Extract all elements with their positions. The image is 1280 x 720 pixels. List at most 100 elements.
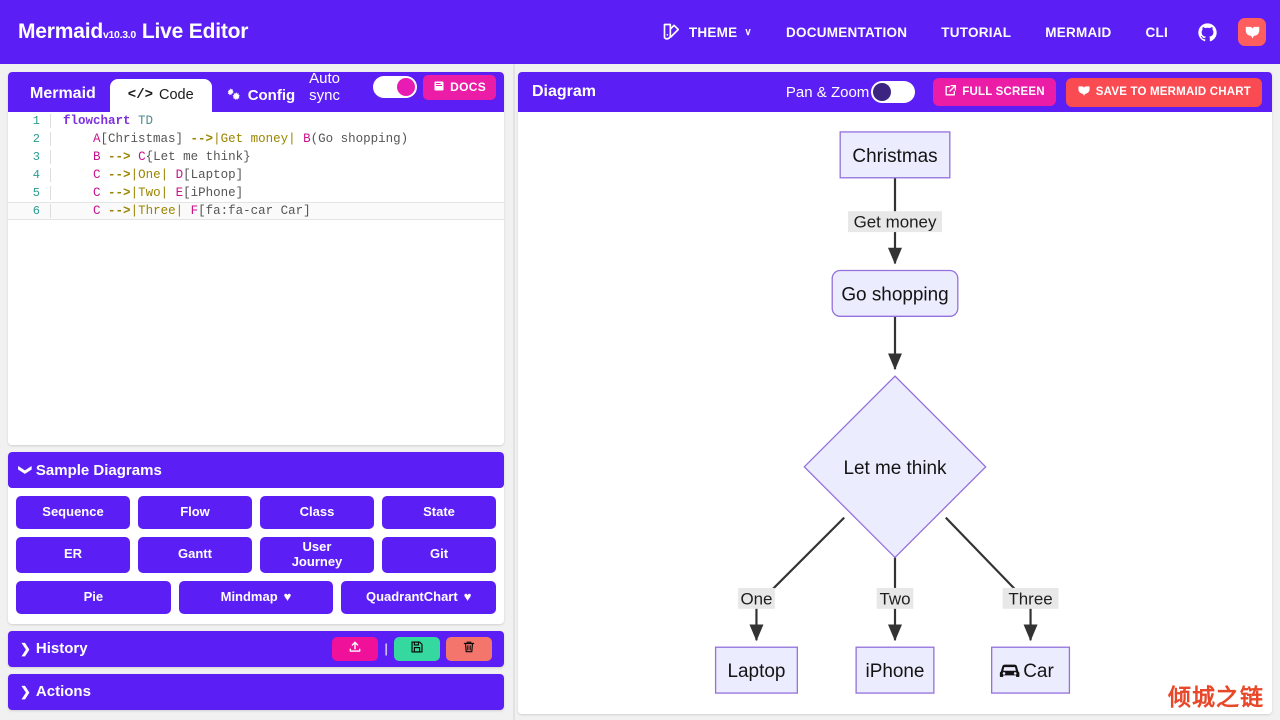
sample-button-state[interactable]: State <box>382 496 496 529</box>
fullscreen-button[interactable]: FULL SCREEN <box>933 78 1056 106</box>
code-token: F <box>190 204 199 218</box>
github-link[interactable] <box>1185 14 1230 51</box>
sample-diagrams-header[interactable]: ❯ Sample Diagrams <box>8 452 504 488</box>
history-upload-button[interactable] <box>332 636 379 661</box>
autosync-toggle[interactable] <box>373 76 418 98</box>
diagram-canvas[interactable]: Get money One Two Three Christmas Go shopping… <box>518 112 1272 714</box>
nav-item-cli[interactable]: CLI <box>1129 17 1186 48</box>
line-number: 1 <box>32 114 40 128</box>
app-brand[interactable]: Mermaid v10.3.0 Live Editor <box>18 20 248 44</box>
sample-button-gantt[interactable]: Gantt <box>138 536 252 573</box>
panzoom-toggle[interactable] <box>871 81 916 103</box>
code-token: C <box>93 204 101 218</box>
sample-button-user-journey[interactable]: User Journey <box>260 536 374 573</box>
code-token: [iPhone] <box>183 186 244 200</box>
flowchart-node-a[interactable]: Christmas <box>839 131 951 179</box>
code-line-content: A[Christmas] -->|Get money| B(Go shoppin… <box>50 132 408 146</box>
code-token: (Go shopping) <box>310 132 409 146</box>
code-line[interactable]: 1 flowchart TD <box>8 112 504 130</box>
edge-label: Get money <box>854 213 937 232</box>
docs-button[interactable]: DOCS <box>423 74 496 100</box>
sample-button-quadrantchart[interactable]: QuadrantChart ♥ <box>341 580 497 614</box>
code-token: C <box>93 186 101 200</box>
mermaid-chart-logo[interactable] <box>1238 18 1266 46</box>
nav-item-tutorial[interactable]: TUTORIAL <box>924 17 1028 48</box>
code-token: flowchart <box>63 114 131 128</box>
save-to-mermaid-chart-label: SAVE TO MERMAID CHART <box>1095 86 1251 98</box>
panel-title-mermaid: Mermaid <box>30 85 96 102</box>
code-token: D <box>175 168 184 182</box>
code-token: TD <box>138 114 154 128</box>
history-header[interactable]: ❯ History | <box>8 630 504 667</box>
line-number: 2 <box>32 132 40 146</box>
palette-icon <box>662 22 682 42</box>
sample-button-flow[interactable]: Flow <box>138 496 252 529</box>
nav-item-theme[interactable]: THEME ∨ <box>645 14 769 50</box>
tab-config[interactable]: Config <box>212 80 309 112</box>
main-nav: THEME ∨ DOCUMENTATION TUTORIAL MERMAID C… <box>645 14 1266 51</box>
sample-button-git[interactable]: Git <box>382 536 496 573</box>
code-token: [Laptop] <box>183 168 244 182</box>
history-delete-button[interactable] <box>446 636 492 661</box>
sample-button-mindmap[interactable]: Mindmap ♥ <box>178 580 334 614</box>
sample-button-label: Gantt <box>178 546 212 562</box>
code-line[interactable]: 6 C -->|Three| F[fa:fa-car Car] <box>8 202 504 220</box>
flowchart-node-f[interactable]: Car <box>991 646 1071 694</box>
heart-icon: ♥ <box>283 588 292 604</box>
code-line[interactable]: 2 A[Christmas] -->|Get money| B(Go shopp… <box>8 130 504 148</box>
floppy-disk-icon <box>410 640 424 658</box>
tab-code[interactable]: </> Code <box>109 79 212 112</box>
sample-button-sequence[interactable]: Sequence <box>16 496 130 529</box>
history-action-buttons: | <box>332 636 492 661</box>
edge-label: Three <box>1008 589 1052 608</box>
sample-button-label: QuadrantChart <box>365 588 458 604</box>
history-save-button[interactable] <box>394 636 440 661</box>
sample-button-label: Class <box>299 504 335 519</box>
external-link-icon <box>944 84 957 100</box>
car-icon <box>999 664 1020 678</box>
code-token: B <box>303 132 311 146</box>
autosync-label: Auto sync <box>309 72 341 104</box>
flowchart-node-e[interactable]: iPhone <box>855 646 935 694</box>
save-to-mermaid-chart-button[interactable]: SAVE TO MERMAID CHART <box>1065 77 1262 107</box>
right-pane: Diagram Pan & Zoom FULL SCREEN SAVE TO M… <box>518 64 1280 720</box>
node-label: Christmas <box>852 146 937 167</box>
code-token: --> <box>108 150 131 164</box>
code-icon: </> <box>127 87 154 103</box>
nav-item-mermaid[interactable]: MERMAID <box>1028 17 1128 48</box>
sample-button-er[interactable]: ER <box>16 536 130 573</box>
upload-icon <box>348 640 362 658</box>
sample-button-class[interactable]: Class <box>260 496 374 529</box>
autosync-group: Auto sync DOCS <box>309 72 504 112</box>
sample-diagrams-title: Sample Diagrams <box>35 461 162 479</box>
actions-header[interactable]: ❯ Actions <box>8 673 504 710</box>
code-line[interactable]: 5 C -->|Two| E[iPhone] <box>8 184 504 202</box>
edge-label: One <box>740 589 772 608</box>
flowchart-edge <box>749 516 845 642</box>
code-token: A <box>93 132 101 146</box>
flowchart-svg: Get money One Two Three Christmas Go shopping… <box>714 131 1071 694</box>
sample-button-label: Mindmap <box>220 588 278 604</box>
sample-button-pie[interactable]: Pie <box>16 580 171 614</box>
sample-button-label: Git <box>429 546 449 562</box>
code-line[interactable]: 4 C -->|One| D[Laptop] <box>8 166 504 184</box>
sample-row: Pie Mindmap ♥ QuadrantChart ♥ <box>16 580 497 614</box>
code-editor[interactable]: 1 flowchart TD 2 A[Christmas] -->|Get mone… <box>8 112 504 445</box>
flowchart-node-d[interactable]: Laptop <box>714 646 798 694</box>
code-token: --> <box>190 132 214 146</box>
toggle-knob <box>397 78 416 96</box>
code-line[interactable]: 3 B --> C{Let me think} <box>8 148 504 166</box>
nav-item-documentation[interactable]: DOCUMENTATION <box>769 17 924 48</box>
pane-splitter[interactable] <box>510 64 518 720</box>
watermark: 倾城之链 <box>1168 685 1264 711</box>
flowchart-node-b[interactable]: Go shopping <box>831 269 959 317</box>
sample-button-label: ER <box>63 546 83 562</box>
code-token: {Let me think} <box>145 150 251 164</box>
edge-label: Two <box>879 589 910 608</box>
code-line-content: flowchart TD <box>50 114 153 128</box>
sample-button-label: State <box>423 504 455 519</box>
